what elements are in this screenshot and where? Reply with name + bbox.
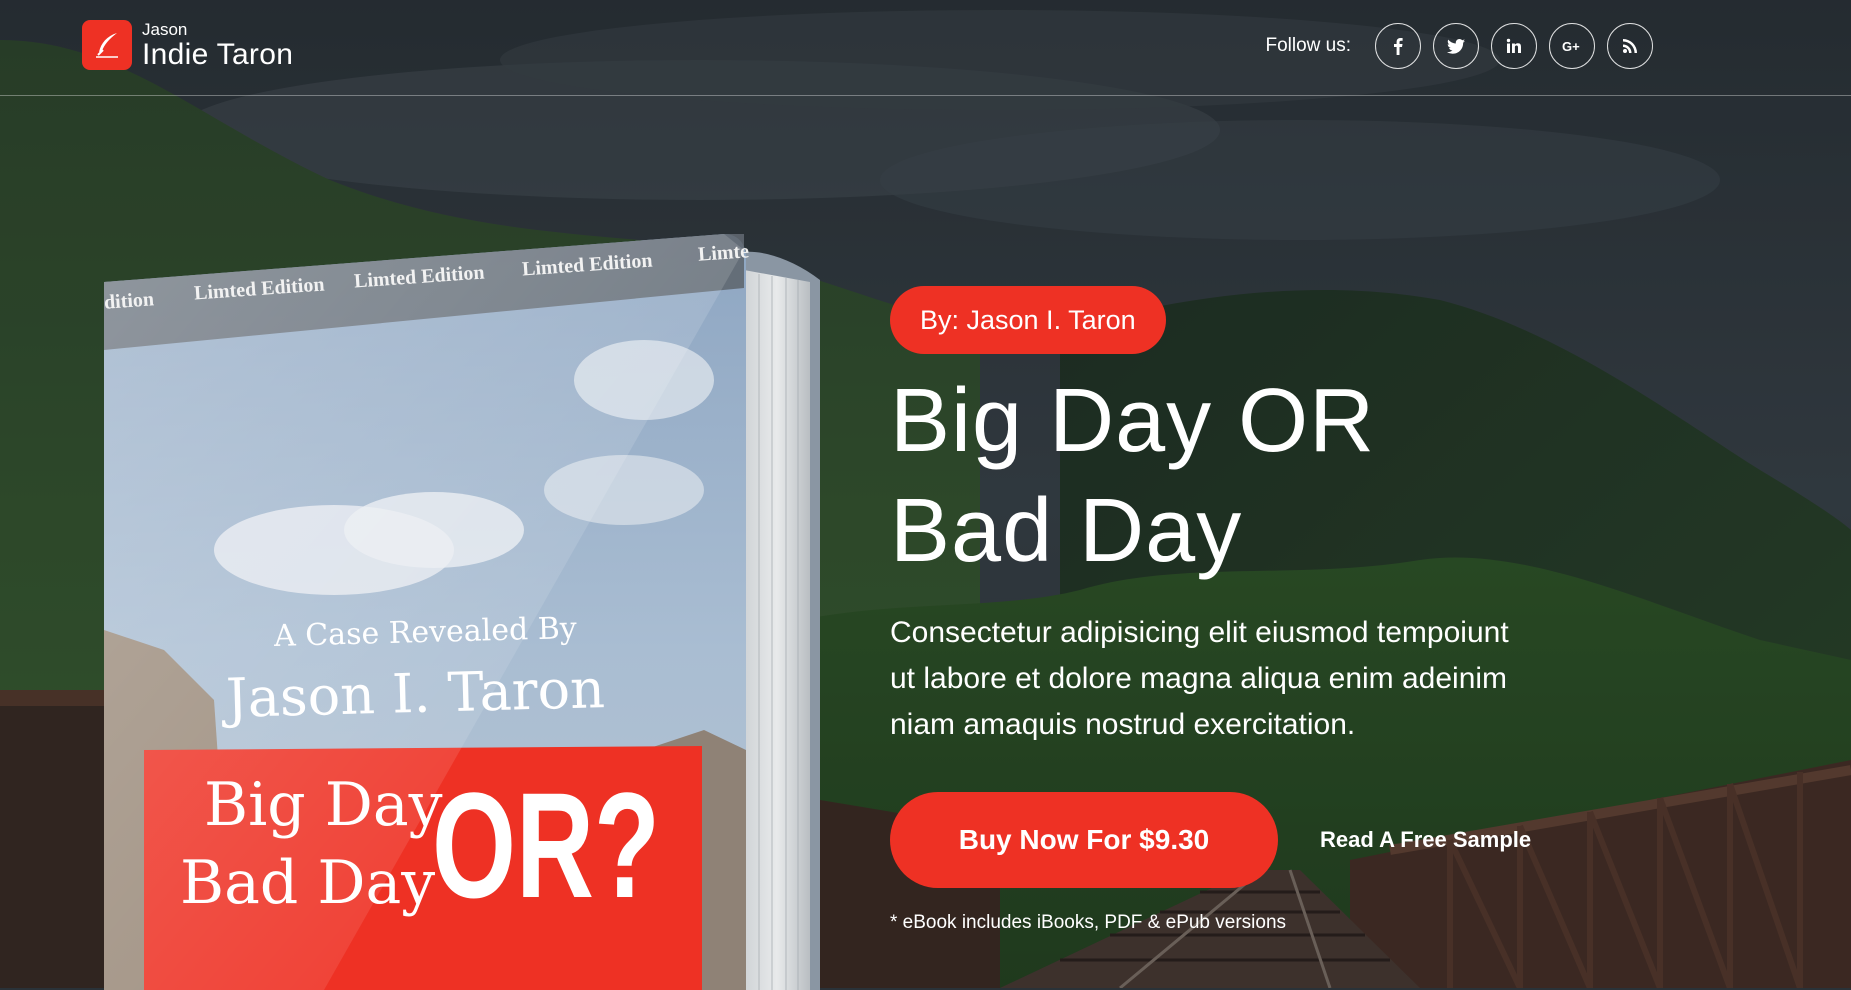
title-line-1: Big Day OR <box>890 371 1376 471</box>
svg-text:G+: G+ <box>1562 39 1580 53</box>
google-plus-icon[interactable]: G+ <box>1549 23 1595 69</box>
title-line-2: Bad Day <box>890 481 1243 581</box>
site-logo[interactable]: Jason Indie Taron <box>82 20 293 70</box>
facebook-icon[interactable] <box>1375 23 1421 69</box>
site-header: Jason Indie Taron Follow us: G+ <box>0 0 1851 96</box>
book-author: Jason I. Taron <box>225 657 606 730</box>
rss-icon[interactable] <box>1607 23 1653 69</box>
page-title: Big Day OR Bad Day <box>890 366 1670 586</box>
quill-icon <box>82 20 132 70</box>
book-band-label: dition <box>103 288 155 314</box>
twitter-icon[interactable] <box>1433 23 1479 69</box>
book-title-or: OR? <box>432 761 660 929</box>
book-title-line1: Big Day <box>204 770 443 840</box>
read-sample-link[interactable]: Read A Free Sample <box>1320 827 1531 853</box>
description-line-3: niam amaquis nostrud exercitation. <box>890 708 1356 741</box>
hero-description: Consectetur adipisicing elit eiusmod tem… <box>890 610 1650 748</box>
follow-label: Follow us: <box>1265 35 1351 56</box>
description-line-2: ut labore et dolore magna aliqua enim ad… <box>890 662 1508 695</box>
book-title-line2: Bad Day <box>180 848 436 918</box>
cta-row: Buy Now For $9.30 Read A Free Sample <box>890 792 1670 888</box>
description-line-1: Consectetur adipisicing elit eiusmod tem… <box>890 616 1509 649</box>
logo-brand-name: Indie Taron <box>142 37 294 71</box>
logo-first-name: Jason <box>142 19 188 39</box>
social-links: Follow us: G+ <box>1265 23 1653 69</box>
book-band-label: Limte <box>697 240 750 266</box>
formats-note: * eBook includes iBooks, PDF & ePub vers… <box>890 912 1287 933</box>
book-cover-mockup: dition Limted Edition Limted Edition Lim… <box>103 230 824 990</box>
hero-content: By: Jason I. Taron Big Day OR Bad Day Co… <box>890 286 1670 934</box>
author-badge: By: Jason I. Taron <box>890 286 1166 354</box>
buy-now-button[interactable]: Buy Now For $9.30 <box>890 792 1278 888</box>
linkedin-icon[interactable] <box>1491 23 1537 69</box>
